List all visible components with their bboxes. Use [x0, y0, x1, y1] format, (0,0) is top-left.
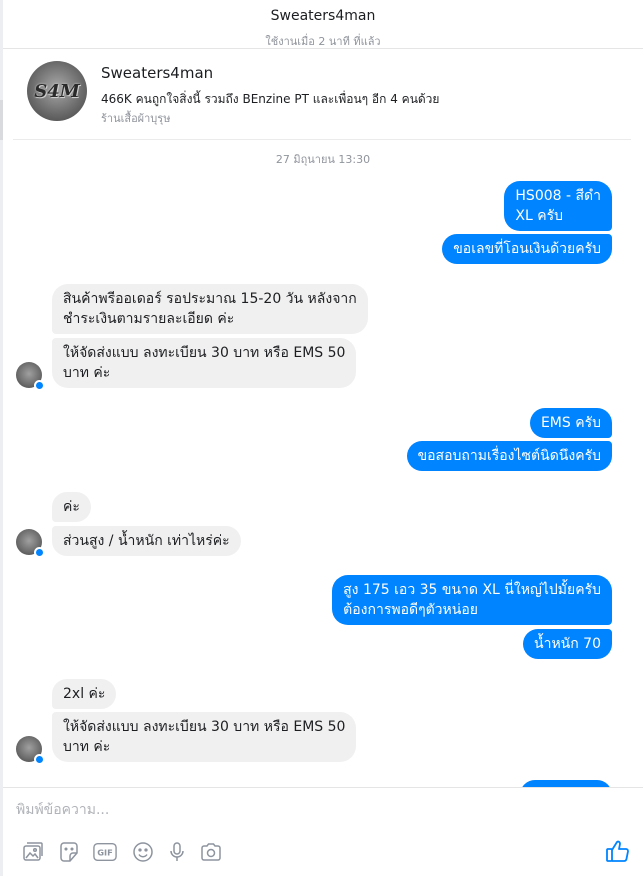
active-status: ใช้งานเมื่อ 2 นาที ที่แล้ว — [265, 35, 381, 48]
sticker-icon[interactable] — [57, 840, 81, 864]
message-line: บาท ค่ะ — [63, 739, 111, 755]
gif-icon[interactable]: GIF — [93, 840, 119, 864]
message-line: สูง 175 เอว 35 ขนาด XL นี่ใหญ่ไปมั้ยครับ — [343, 582, 601, 598]
page-avatar-logo: S4M — [34, 80, 80, 102]
message-line: ให้จัดส่งแบบ ลงทะเบียน 30 บาท หรือ EMS 5… — [63, 345, 346, 361]
message-line: น้ำหนัก 70 — [534, 636, 601, 652]
message-bubble-received[interactable]: ค่ะ — [52, 492, 91, 522]
message-line: XL ครับ — [515, 208, 564, 224]
thumbs-up-icon[interactable] — [604, 837, 632, 865]
message-line: ชำระเงินตามรายละเอียด ค่ะ — [63, 311, 235, 327]
svg-text:GIF: GIF — [97, 848, 113, 858]
message-input[interactable] — [16, 802, 576, 818]
message-bubble-received[interactable]: ให้จัดส่งแบบ ลงทะเบียน 30 บาท หรือ EMS 5… — [52, 712, 357, 762]
message-line: สินค้าพรีออเดอร์ รอประมาณ 15-20 วัน หลัง… — [63, 291, 357, 307]
message-bubble-received[interactable]: ให้จัดส่งแบบ ลงทะเบียน 30 บาท หรือ EMS 5… — [52, 338, 357, 388]
message-bubble-sent[interactable]: ขอสอบถามเรื่องไซต์นิดนึงครับ — [406, 441, 612, 471]
message-line: ส่วนสูง / น้ำหนัก เท่าไหร่ค่ะ — [63, 533, 230, 549]
microphone-icon[interactable] — [165, 840, 189, 864]
message-bubble-sent-partial[interactable] — [520, 780, 612, 787]
page-profile-card: S4M Sweaters4man 466K คนถูกใจสิ่งนี้ รวม… — [13, 53, 631, 140]
camera-icon[interactable] — [199, 840, 223, 864]
message-composer: GIF — [3, 787, 643, 877]
page-name[interactable]: Sweaters4man — [101, 64, 213, 82]
message-line: บาท ค่ะ — [63, 365, 111, 381]
page-likes: 466K คนถูกใจสิ่งนี้ รวมถึง BEnzine PT แล… — [101, 92, 440, 106]
sender-avatar[interactable] — [16, 529, 45, 558]
chat-title[interactable]: Sweaters4man — [3, 8, 643, 24]
conversation-timestamp: 27 มิถุนายน 13:30 — [275, 153, 371, 166]
messenger-badge-icon — [34, 380, 45, 391]
message-bubble-received[interactable]: สินค้าพรีออเดอร์ รอประมาณ 15-20 วัน หลัง… — [52, 284, 368, 334]
message-bubble-received[interactable]: 2xl ค่ะ — [52, 679, 117, 709]
messenger-badge-icon — [34, 754, 45, 765]
message-bubble-sent[interactable]: HS008 - สีดำ XL ครับ — [504, 181, 612, 231]
message-bubble-sent[interactable]: สูง 175 เอว 35 ขนาด XL นี่ใหญ่ไปมั้ยครับ… — [332, 575, 612, 625]
message-list[interactable]: S4M Sweaters4man 466K คนถูกใจสิ่งนี้ รวม… — [3, 49, 643, 787]
message-bubble-sent[interactable]: ขอเลขที่โอนเงินด้วยครับ — [442, 234, 612, 264]
message-line: HS008 - สีดำ — [515, 188, 601, 204]
chat-header: Sweaters4man ใช้งานเมื่อ 2 นาที ที่แล้ว — [3, 0, 643, 49]
page-avatar[interactable]: S4M — [27, 61, 87, 121]
message-line: ขอสอบถามเรื่องไซต์นิดนึงครับ — [417, 448, 601, 464]
message-line: EMS ครับ — [540, 415, 601, 431]
emoji-icon[interactable] — [131, 840, 155, 864]
message-line: ให้จัดส่งแบบ ลงทะเบียน 30 บาท หรือ EMS 5… — [63, 719, 346, 735]
message-line: 2xl ค่ะ — [63, 686, 106, 702]
message-bubble-sent[interactable]: น้ำหนัก 70 — [523, 629, 612, 659]
sender-avatar[interactable] — [16, 362, 45, 391]
message-bubble-sent[interactable]: EMS ครับ — [529, 408, 612, 438]
sender-avatar[interactable] — [16, 736, 45, 765]
message-line: ค่ะ — [63, 499, 80, 515]
message-line: ขอเลขที่โอนเงินด้วยครับ — [453, 241, 601, 257]
page-category: ร้านเสื้อผ้าบุรุษ — [101, 112, 171, 125]
photo-icon[interactable] — [21, 840, 45, 864]
message-bubble-received[interactable]: ส่วนสูง / น้ำหนัก เท่าไหร่ค่ะ — [52, 526, 241, 556]
message-line: ต้องการพอดีๆตัวหน่อย — [343, 602, 478, 618]
messenger-badge-icon — [34, 547, 45, 558]
